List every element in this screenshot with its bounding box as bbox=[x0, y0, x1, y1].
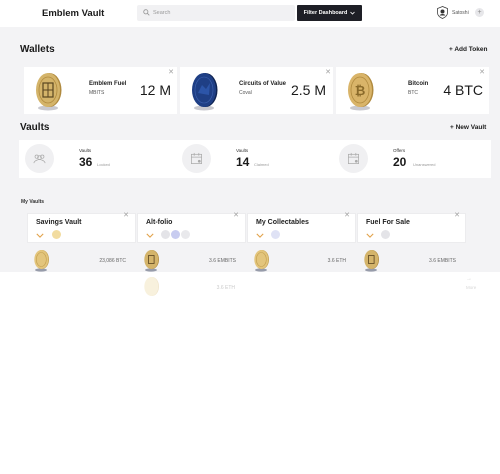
asset-amount: 3.6 ETH bbox=[327, 258, 346, 264]
vault-title: Alt-folio bbox=[146, 219, 173, 226]
gold-coin-icon bbox=[144, 277, 159, 296]
token-icon bbox=[271, 230, 280, 239]
token-icon bbox=[381, 230, 390, 239]
coval-coin-icon bbox=[192, 73, 218, 111]
more-label: More bbox=[466, 285, 477, 290]
gold-coin-icon bbox=[34, 250, 49, 272]
close-icon[interactable]: ✕ bbox=[123, 212, 129, 219]
search-input[interactable] bbox=[153, 5, 291, 21]
search-icon bbox=[143, 9, 150, 16]
wallet-card-emblem-fuel[interactable]: Emblem Fuel MBITS 12 M ✕ bbox=[24, 67, 177, 114]
chevron-down-icon[interactable] bbox=[36, 233, 44, 238]
chevron-down-icon[interactable] bbox=[366, 233, 374, 238]
user-menu-plus-button[interactable]: + bbox=[475, 8, 484, 17]
stat-label: Vaults bbox=[79, 148, 92, 153]
dragging-asset-ghost: 3.6 ETH bbox=[140, 276, 240, 304]
top-header: Emblem Vault Filter Dashboard Satoshi + bbox=[0, 0, 500, 27]
token-icon bbox=[52, 230, 61, 239]
wallet-symbol: Coval bbox=[239, 90, 252, 96]
stat-unanswered-offers[interactable]: Offers 20 Unanswered bbox=[333, 140, 491, 178]
vault-asset-row[interactable]: 3.6 EMBITS bbox=[143, 249, 236, 273]
close-icon[interactable]: ✕ bbox=[325, 69, 331, 76]
token-icon bbox=[171, 230, 180, 239]
vault-card-my-collectables[interactable]: My Collectables bbox=[247, 213, 356, 243]
emblem-coin-icon bbox=[364, 250, 379, 272]
chevron-down-icon bbox=[350, 11, 356, 15]
svg-text:₿: ₿ bbox=[355, 84, 366, 99]
new-vault-button[interactable]: + New Vault bbox=[450, 124, 486, 131]
gold-coin-icon bbox=[254, 250, 269, 272]
vault-title: Fuel For Sale bbox=[366, 219, 410, 226]
wallets-title: Wallets bbox=[20, 44, 55, 55]
stat-value: 20 bbox=[393, 155, 407, 169]
calendar-icon bbox=[348, 152, 359, 164]
stat-label: Vaults bbox=[236, 148, 249, 153]
arrow-right-icon: → bbox=[466, 276, 472, 282]
wallet-value: 12 M bbox=[139, 82, 171, 98]
chevron-down-icon[interactable] bbox=[146, 233, 154, 238]
add-token-button[interactable]: + Add Token bbox=[449, 46, 487, 53]
emblem-coin-icon bbox=[36, 73, 62, 111]
bitcoin-coin-icon: ₿ bbox=[348, 73, 374, 111]
wallet-card-bitcoin[interactable]: ₿ Bitcoin BTC 4 BTC ✕ bbox=[336, 67, 489, 114]
filter-dashboard-button[interactable]: Filter Dashboard bbox=[297, 5, 362, 21]
close-icon[interactable]: ✕ bbox=[344, 212, 350, 219]
wallet-value: 4 BTC bbox=[443, 82, 483, 98]
wallet-card-circuits-of-value[interactable]: Circuits of Value Coval 2.5 M ✕ bbox=[180, 67, 333, 114]
vault-card-fuel-for-sale[interactable]: Fuel For Sale bbox=[357, 213, 466, 243]
stat-state: Claimed bbox=[254, 162, 269, 167]
asset-amount: 23,086 BTC bbox=[99, 258, 126, 264]
vaults-title: Vaults bbox=[20, 122, 50, 133]
user-avatar-shield-icon[interactable] bbox=[437, 6, 448, 19]
vault-asset-row[interactable]: 3.6 ETH bbox=[253, 249, 346, 273]
wallet-name: Bitcoin bbox=[408, 81, 429, 87]
vault-title: Savings Vault bbox=[36, 219, 82, 226]
close-icon[interactable]: ✕ bbox=[233, 212, 239, 219]
vault-card-alt-folio[interactable]: Alt-folio bbox=[137, 213, 246, 243]
asset-amount: 3.6 EMBITS bbox=[209, 258, 236, 264]
wallet-name: Emblem Fuel bbox=[89, 81, 127, 87]
app-logo[interactable]: Emblem Vault bbox=[42, 8, 104, 19]
wallet-symbol: BTC bbox=[408, 90, 418, 96]
vault-asset-row[interactable]: 3.6 EMBITS bbox=[363, 249, 456, 273]
asset-amount: 3.6 ETH bbox=[216, 285, 235, 291]
stat-state: Locked bbox=[97, 162, 110, 167]
close-icon[interactable]: ✕ bbox=[479, 69, 485, 76]
stat-locked-vaults[interactable]: Vaults 36 Locked bbox=[19, 140, 177, 178]
filter-dashboard-label: Filter Dashboard bbox=[303, 10, 348, 16]
wallet-value: 2.5 M bbox=[290, 82, 326, 98]
stat-label: Offers bbox=[393, 148, 406, 153]
asset-amount: 3.6 EMBITS bbox=[429, 258, 456, 264]
token-icon bbox=[181, 230, 190, 239]
stat-state: Unanswered bbox=[413, 162, 436, 167]
stat-value: 14 bbox=[236, 155, 250, 169]
emblem-coin-icon bbox=[144, 250, 159, 272]
token-icon bbox=[161, 230, 170, 239]
vault-stats-row: Vaults 36 Locked Vaults 14 Claimed Offer… bbox=[19, 140, 491, 178]
stat-claimed-vaults[interactable]: Vaults 14 Claimed bbox=[176, 140, 334, 178]
people-icon bbox=[33, 154, 46, 164]
search-bar[interactable] bbox=[137, 5, 295, 21]
close-icon[interactable]: ✕ bbox=[454, 212, 460, 219]
user-name[interactable]: Satoshi bbox=[452, 10, 469, 16]
vault-card-savings[interactable]: Savings Vault bbox=[27, 213, 136, 243]
wallet-symbol: MBITS bbox=[89, 90, 105, 96]
wallet-name: Circuits of Value bbox=[239, 81, 287, 87]
close-icon[interactable]: ✕ bbox=[168, 69, 174, 76]
chevron-down-icon[interactable] bbox=[256, 233, 264, 238]
stat-value: 36 bbox=[79, 155, 93, 169]
more-link[interactable]: → More bbox=[466, 276, 476, 290]
my-vaults-label: My Vaults bbox=[21, 199, 45, 205]
vault-asset-row[interactable]: 23,086 BTC bbox=[33, 249, 126, 273]
vault-title: My Collectables bbox=[256, 219, 309, 226]
calendar-icon bbox=[191, 152, 202, 164]
